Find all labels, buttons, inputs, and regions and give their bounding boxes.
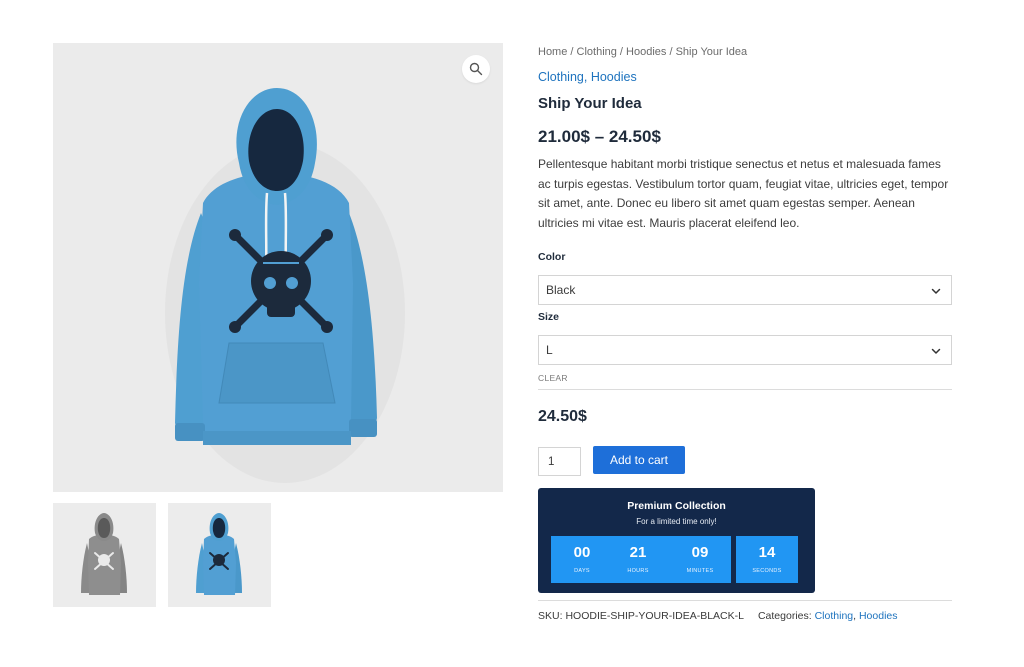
countdown-hours: 21 HOURS <box>607 536 669 583</box>
countdown-hours-label: HOURS <box>627 568 649 574</box>
breadcrumb-hoodies[interactable]: Hoodies <box>626 46 666 58</box>
categories-label: Categories: <box>757 610 812 622</box>
size-select-value: L <box>546 343 553 357</box>
magnifier-icon <box>469 62 483 76</box>
countdown-hours-value: 21 <box>629 544 647 561</box>
product-title: Ship Your Idea <box>538 95 642 112</box>
gallery-thumbnail-grey[interactable] <box>53 503 156 607</box>
countdown-minutes-value: 09 <box>691 544 709 561</box>
chevron-down-icon <box>931 348 941 354</box>
countdown-seconds-label: SECONDS <box>752 568 782 574</box>
size-label: Size <box>538 311 560 323</box>
breadcrumb-separator: / <box>567 46 577 58</box>
meta-category-hoodies[interactable]: Hoodies <box>859 610 898 622</box>
color-select-value: Black <box>546 283 576 297</box>
countdown-minutes: 09 MINUTES <box>669 536 731 583</box>
product-meta: SKU: HOODIE-SHIP-YOUR-IDEA-BLACK-L Catego… <box>538 610 898 622</box>
countdown-minutes-label: MINUTES <box>686 568 714 574</box>
countdown-title: Premium Collection <box>627 500 726 512</box>
color-label: Color <box>538 251 566 263</box>
divider <box>538 389 952 390</box>
category-link-clothing[interactable]: Clothing <box>538 70 584 84</box>
product-price-range: 21.00$ – 24.50$ <box>538 127 661 146</box>
countdown-seconds: 14 SECONDS <box>736 536 798 583</box>
breadcrumb: Home / Clothing / Hoodies / Ship Your Id… <box>538 46 747 58</box>
sku-value: HOODIE-SHIP-YOUR-IDEA-BLACK-L <box>565 610 744 622</box>
breadcrumb-separator: / <box>666 46 676 58</box>
breadcrumb-home[interactable]: Home <box>538 46 567 58</box>
countdown-banner: Premium Collection For a limited time on… <box>538 488 815 593</box>
hoodie-image <box>165 88 405 483</box>
countdown-days-label: DAYS <box>574 568 590 574</box>
divider <box>538 600 952 601</box>
product-description: Pellentesque habitant morbi tristique se… <box>538 157 949 230</box>
clear-selection-link[interactable]: CLEAR <box>538 373 568 383</box>
product-category-links: Clothing, Hoodies <box>538 70 637 84</box>
sku-label: SKU: <box>538 610 563 622</box>
countdown-subtitle: For a limited time only! <box>636 517 717 526</box>
breadcrumb-current: Ship Your Idea <box>675 46 748 58</box>
chevron-down-icon <box>931 288 941 294</box>
hoodie-thumbnail-image <box>81 513 127 595</box>
category-link-hoodies[interactable]: Hoodies <box>591 70 637 84</box>
color-select[interactable]: Black <box>538 275 952 305</box>
breadcrumb-clothing[interactable]: Clothing <box>577 46 617 58</box>
meta-category-clothing[interactable]: Clothing <box>815 610 854 622</box>
size-select[interactable]: L <box>538 335 952 365</box>
countdown-days-value: 00 <box>573 544 591 561</box>
breadcrumb-separator: / <box>616 46 627 58</box>
countdown-days: 00 DAYS <box>551 536 613 583</box>
add-to-cart-button[interactable]: Add to cart <box>593 446 685 474</box>
variation-price: 24.50$ <box>538 408 587 425</box>
category-separator: , <box>583 70 591 84</box>
countdown-seconds-value: 14 <box>758 544 776 561</box>
quantity-input[interactable]: 1 <box>538 447 581 476</box>
gallery-thumbnail-blue[interactable] <box>168 503 271 607</box>
hoodie-thumbnail-image <box>196 513 242 595</box>
zoom-button[interactable] <box>462 55 490 83</box>
product-main-image[interactable] <box>53 43 503 492</box>
